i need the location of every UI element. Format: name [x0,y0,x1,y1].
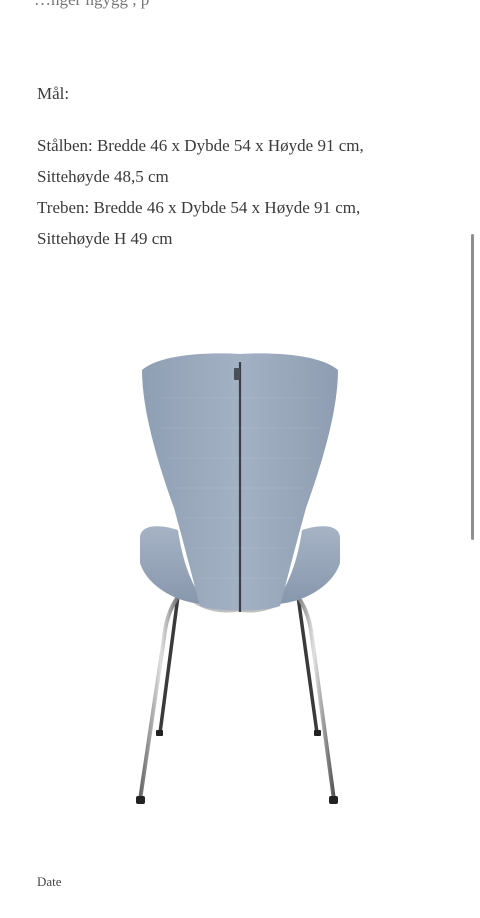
date-label: Date [37,874,62,889]
spec-list: Stålben: Bredde 46 x Dybde 54 x Høyde 91… [37,130,457,254]
spec-line: Sittehøyde H 49 cm [37,229,173,248]
chair-illustration [136,353,340,804]
spec-line: Stålben: Bredde 46 x Dybde 54 x Høyde 91… [37,136,364,155]
scrollbar[interactable] [471,234,474,540]
spec-line: Sittehøyde 48,5 cm [37,167,169,186]
section-heading: Mål: [37,84,70,103]
spec-line: Treben: Bredde 46 x Dybde 54 x Høyde 91 … [37,198,361,217]
product-image [120,348,360,818]
truncated-text-line: …nger ngygg , p [34,0,149,10]
